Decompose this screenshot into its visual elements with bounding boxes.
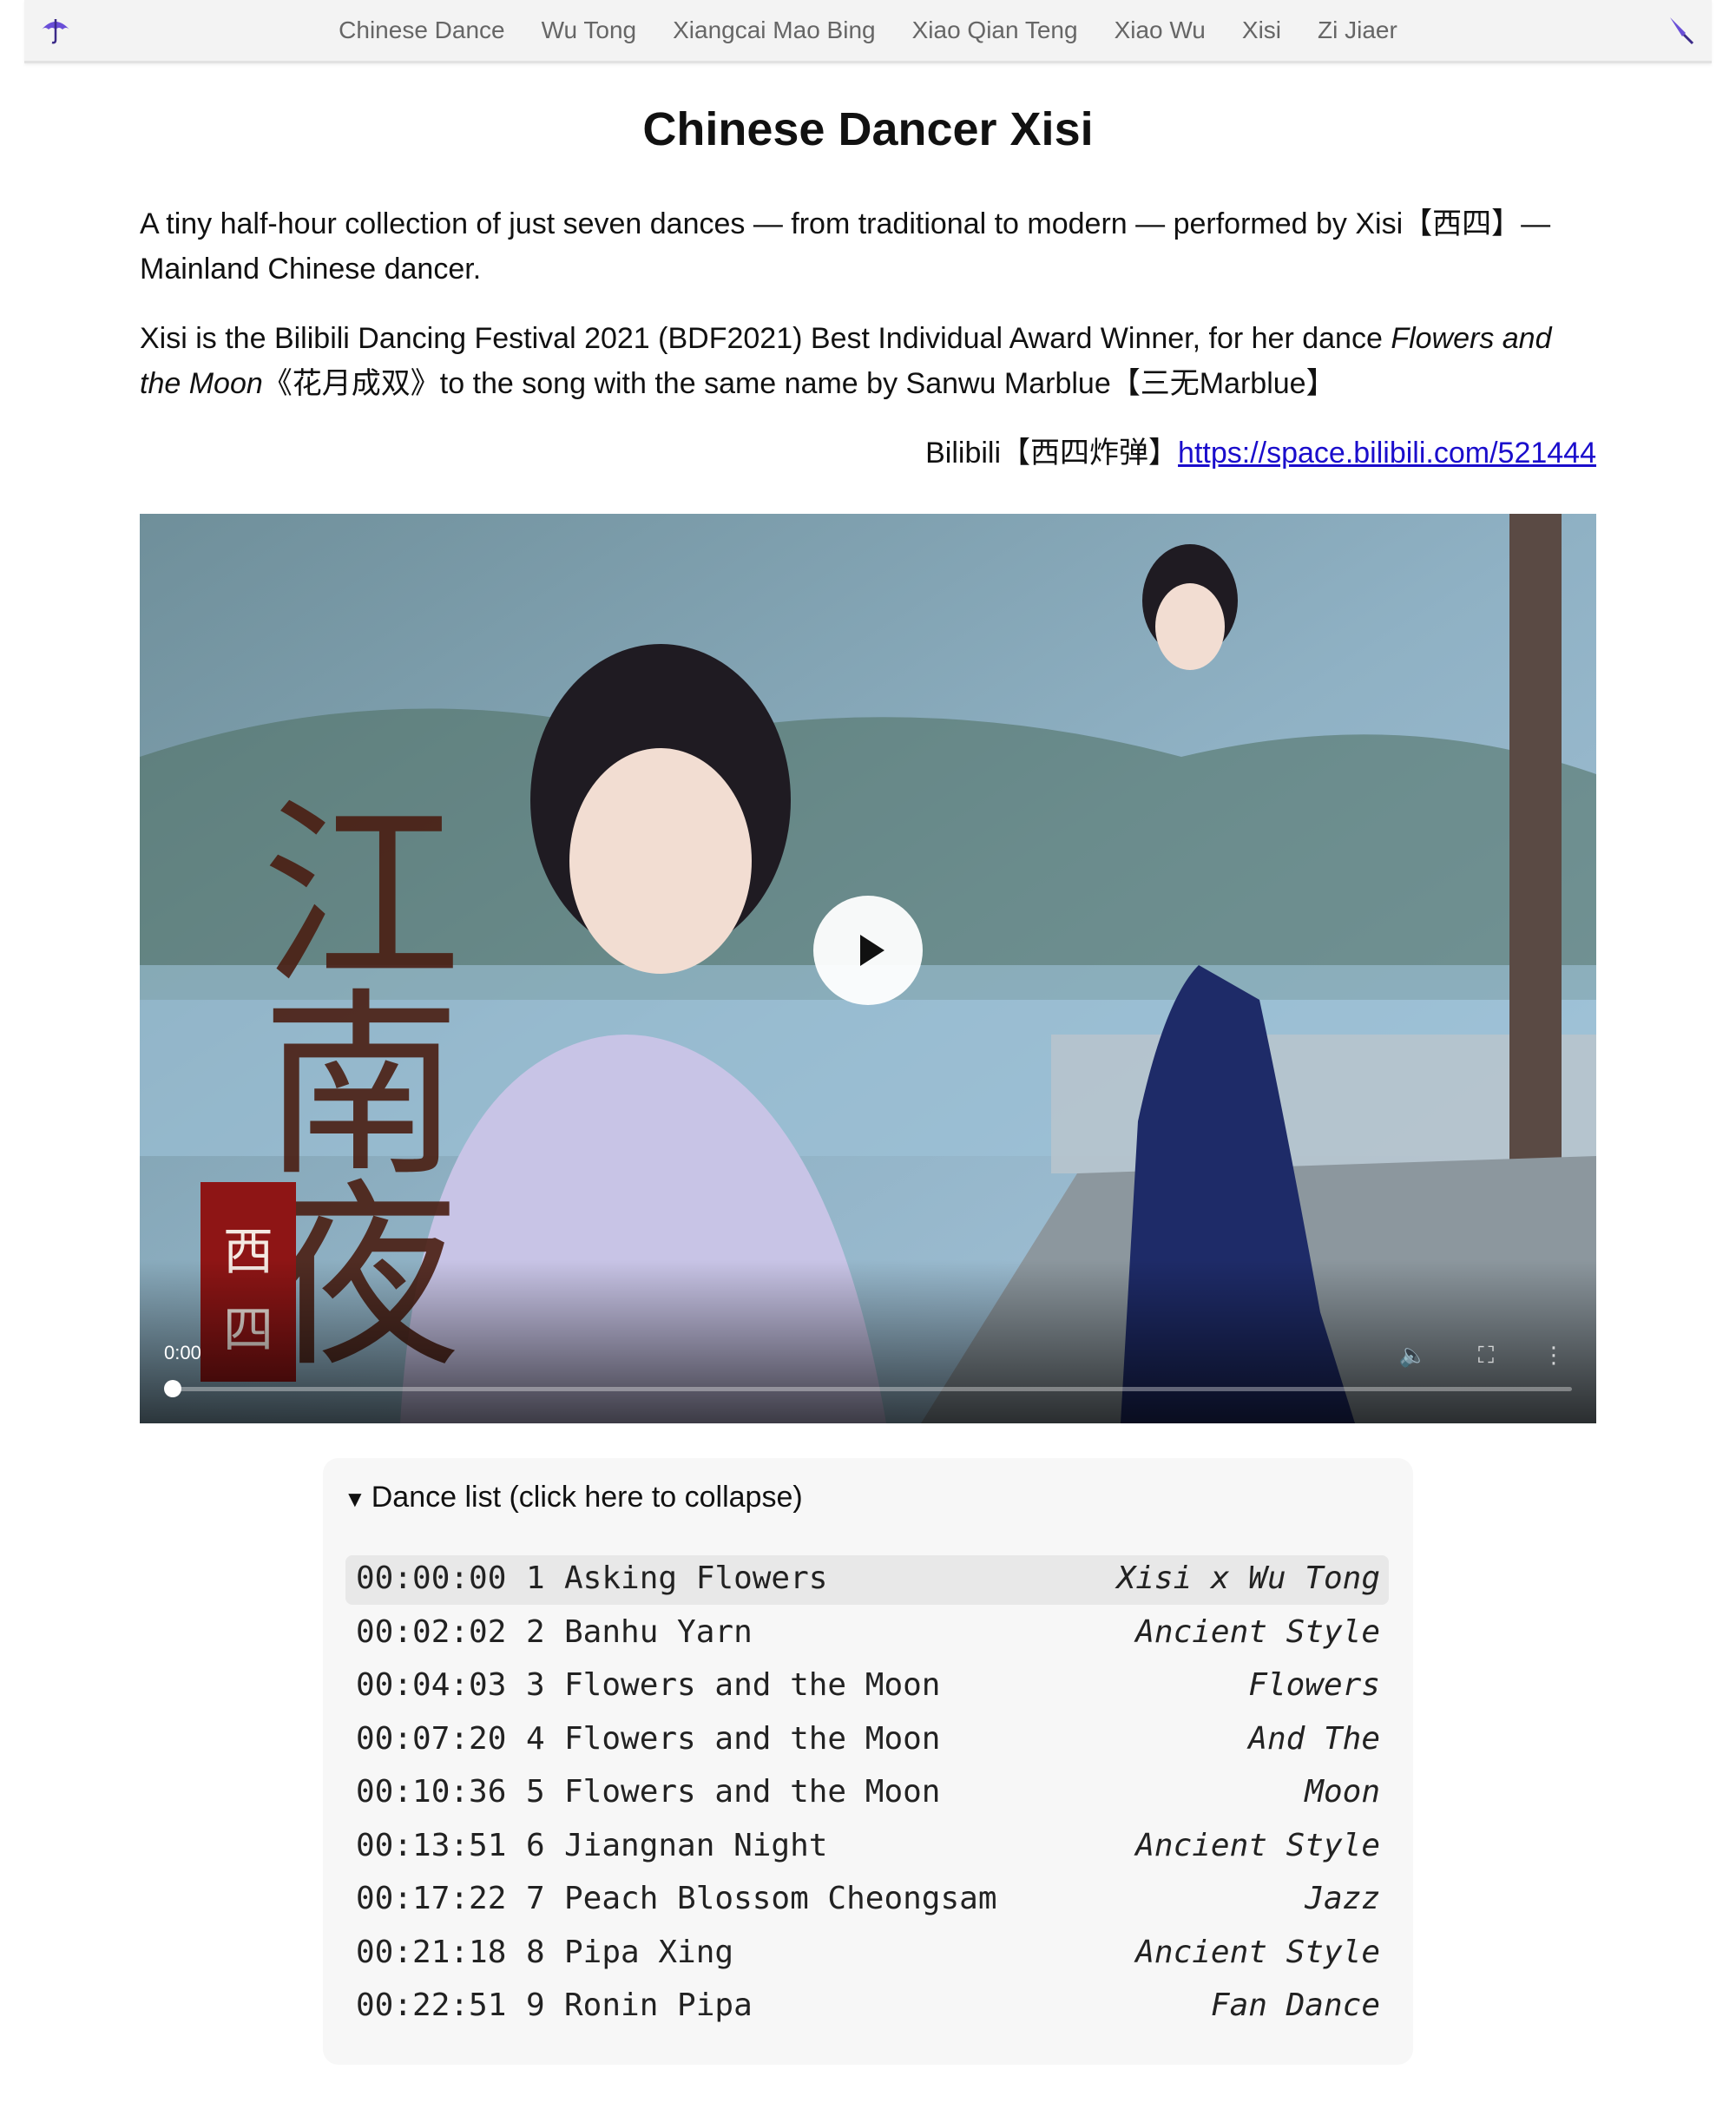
more-icon[interactable]: ⋮ (1539, 1340, 1568, 1370)
dance-number: 2 (526, 1613, 545, 1650)
dance-style: And The (1248, 1720, 1380, 1757)
timestamp: 00:22:51 (356, 1987, 507, 2023)
bilibili-label: Bilibili【西四炸弹】 (925, 437, 1179, 470)
timestamp: 00:21:18 (356, 1934, 507, 1970)
timestamp: 00:10:36 (356, 1774, 507, 1810)
dance-number: 8 (526, 1934, 545, 1970)
dance-list-row[interactable]: 00:22:51 9 Ronin Pipa Fan Dance (345, 1982, 1389, 2032)
video-time: 0:00 (164, 1342, 201, 1363)
dance-title: Flowers and the Moon (564, 1774, 941, 1810)
dance-title: Pipa Xing (564, 1934, 734, 1970)
triangle-down-icon: ▼ (344, 1486, 366, 1512)
dance-number: 9 (526, 1987, 545, 2023)
dance-number: 5 (526, 1774, 545, 1810)
nav-link-xiao-wu[interactable]: Xiao Wu (1115, 16, 1206, 44)
dance-number: 6 (526, 1827, 545, 1863)
award-paragraph: Xisi is the Bilibili Dancing Festival 20… (140, 316, 1596, 406)
bilibili-link[interactable]: https://space.bilibili.com/521444 (1178, 437, 1596, 470)
dance-title: Banhu Yarn (564, 1613, 753, 1650)
video-player[interactable]: 江 南 夜 西 四 0:00 🔈 ⛶ ⋮ (140, 514, 1596, 1423)
dance-list-row[interactable]: 00:07:20 4 Flowers and the Moon And The (345, 1716, 1389, 1765)
award-text-1: Xisi is the Bilibili Dancing Festival 20… (140, 322, 1391, 355)
dance-list-row[interactable]: 00:10:36 5 Flowers and the Moon Moon (345, 1769, 1389, 1818)
timestamp: 00:00:00 (356, 1560, 507, 1596)
top-navigation: Chinese Dance Wu Tong Xiangcai Mao Bing … (24, 0, 1712, 63)
dance-number: 3 (526, 1667, 545, 1703)
dance-title: Asking Flowers (564, 1560, 828, 1596)
bilibili-line: Bilibili【西四炸弹】https://space.bilibili.com… (140, 430, 1596, 476)
timestamp: 00:02:02 (356, 1613, 507, 1650)
dance-list-row[interactable]: 00:21:18 8 Pipa Xing Ancient Style (345, 1929, 1389, 1979)
nav-link-xiangcai-mao-bing[interactable]: Xiangcai Mao Bing (673, 16, 875, 44)
dance-list-row[interactable]: 00:04:03 3 Flowers and the Moon Flowers (345, 1662, 1389, 1712)
dance-number: 7 (526, 1881, 545, 1916)
nav-link-chinese-dance[interactable]: Chinese Dance (339, 16, 504, 44)
umbrella-closed-icon[interactable] (1663, 12, 1698, 47)
nav-link-xisi[interactable]: Xisi (1242, 16, 1281, 44)
dance-list-summary: Dance list (click here to collapse) (371, 1481, 803, 1514)
video-progress-bar[interactable] (173, 1387, 1572, 1391)
page-title: Chinese Dancer Xisi (642, 103, 1094, 155)
dance-title: Ronin Pipa (564, 1987, 753, 2023)
dance-style: Flowers (1248, 1667, 1380, 1703)
dance-title: Jiangnan Night (564, 1827, 828, 1863)
timestamp: 00:17:22 (356, 1881, 507, 1916)
dance-style: Ancient Style (1135, 1827, 1380, 1863)
award-text-2: 《花月成双》to the song with the same name by … (262, 367, 1336, 400)
dance-number: 4 (526, 1720, 545, 1757)
dance-list-row[interactable]: 00:17:22 7 Peach Blossom Cheongsam Jazz (345, 1876, 1389, 1925)
nav-link-zi-jiaer[interactable]: Zi Jiaer (1318, 16, 1397, 44)
dance-title: Peach Blossom Cheongsam (564, 1881, 997, 1916)
dance-list-toggle[interactable]: ▼ Dance list (click here to collapse) (344, 1481, 803, 1514)
nav-link-xiao-qian-teng[interactable]: Xiao Qian Teng (912, 16, 1078, 44)
dance-style: Jazz (1305, 1881, 1380, 1916)
dance-title: Flowers and the Moon (564, 1720, 941, 1757)
dance-list-panel: ▼ Dance list (click here to collapse) 00:… (323, 1458, 1413, 2065)
dance-title: Flowers and the Moon (564, 1667, 941, 1703)
dance-list-row[interactable]: 00:13:51 6 Jiangnan Night Ancient Style (345, 1823, 1389, 1872)
dance-style: Xisi x Wu Tong (1116, 1560, 1380, 1596)
dance-style: Fan Dance (1210, 1987, 1380, 2023)
dance-style: Ancient Style (1135, 1613, 1380, 1650)
timestamp: 00:04:03 (356, 1667, 507, 1703)
dance-number: 1 (526, 1560, 545, 1596)
timestamp: 00:07:20 (356, 1720, 507, 1757)
volume-icon[interactable]: 🔈 (1398, 1340, 1428, 1370)
dance-style: Ancient Style (1135, 1934, 1380, 1970)
nav-links: Chinese Dance Wu Tong Xiangcai Mao Bing … (24, 0, 1712, 61)
timestamp: 00:13:51 (356, 1827, 507, 1863)
intro-paragraph: A tiny half-hour collection of just seve… (140, 207, 1551, 286)
nav-link-wu-tong[interactable]: Wu Tong (542, 16, 636, 44)
dance-list-row[interactable]: 00:00:00 1 Asking Flowers Xisi x Wu Tong (345, 1555, 1389, 1605)
dance-style: Moon (1305, 1774, 1380, 1810)
fullscreen-icon[interactable]: ⛶ (1471, 1340, 1501, 1370)
video-progress-knob[interactable] (164, 1380, 181, 1397)
play-button[interactable] (813, 896, 923, 1005)
dance-list-row[interactable]: 00:02:02 2 Banhu Yarn Ancient Style (345, 1609, 1389, 1659)
